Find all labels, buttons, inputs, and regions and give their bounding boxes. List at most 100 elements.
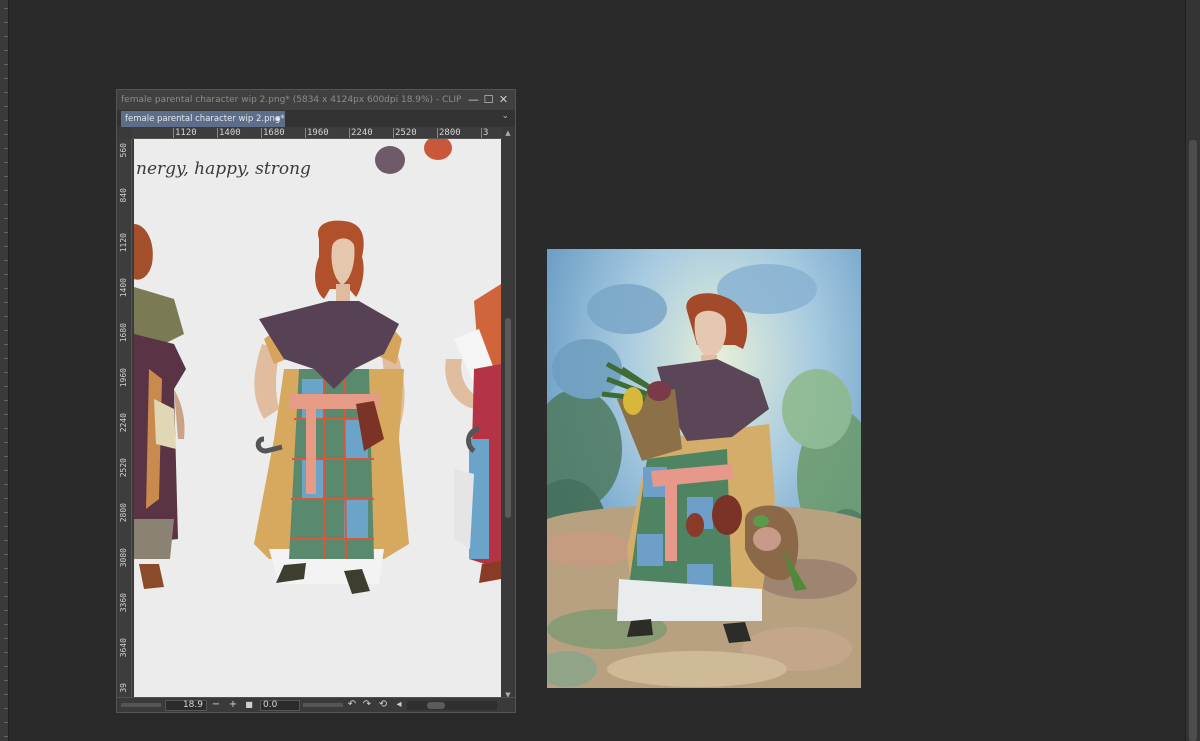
ruler-label: 1400 [119, 278, 128, 298]
canvas-horizontal-scrollbar[interactable] [407, 701, 497, 710]
window-title-bar[interactable]: female parental character wip 2.png* (58… [117, 90, 515, 110]
tab-menu-chevron-icon[interactable]: ⌄ [501, 111, 509, 121]
canvas-scroll-thumb[interactable] [505, 318, 511, 518]
ruler-tick [4, 400, 8, 401]
ruler-tick [4, 680, 8, 681]
ruler-label: 3360 [119, 593, 128, 613]
document-tab-bar: female parental character wip 2.png* ⌄ [117, 110, 515, 127]
ruler-tick [4, 428, 8, 429]
ruler-label: 3080 [119, 548, 128, 568]
ruler-tick [4, 610, 8, 611]
reset-rotation-icon[interactable]: ⟲ [377, 699, 389, 711]
ruler-tick [4, 638, 8, 639]
maximize-button[interactable]: ☐ [482, 93, 495, 106]
ruler-label: 560 [119, 143, 128, 158]
rotate-right-icon[interactable]: ↷ [361, 699, 373, 711]
ruler-tick [4, 288, 8, 289]
document-tab[interactable]: female parental character wip 2.png* [121, 111, 285, 127]
ruler-tick [4, 344, 8, 345]
ruler-tick [4, 540, 8, 541]
ruler-label: 39 [119, 683, 128, 693]
horizontal-ruler[interactable]: 1120 1400 1680 1960 2240 2520 2800 3 [132, 128, 502, 139]
ruler-label: 2520 [395, 128, 417, 138]
rotation-value-field[interactable]: 0.0 [260, 700, 300, 711]
zoom-slider[interactable] [121, 703, 161, 707]
ruler-tick [4, 8, 8, 9]
ruler-tick [173, 128, 174, 138]
ruler-tick [4, 274, 8, 275]
drawing-canvas[interactable]: nergy, happy, strong [134, 139, 501, 698]
handwritten-note: nergy, happy, strong [136, 159, 311, 179]
ruler-tick [4, 526, 8, 527]
ruler-tick [4, 666, 8, 667]
ruler-tick [4, 624, 8, 625]
rotate-left-icon[interactable]: ↶ [346, 699, 358, 711]
ruler-tick [4, 414, 8, 415]
canvas-vertical-scrollbar[interactable]: ▲ ▼ [502, 128, 514, 700]
ruler-tick [4, 232, 8, 233]
ruler-tick [4, 442, 8, 443]
document-tab-label: female parental character wip 2.png* [125, 114, 285, 124]
vertical-ruler[interactable]: 560 840 1120 1400 1680 1960 2240 2520 2800 3080 33… [118, 139, 132, 699]
ruler-tick [4, 22, 8, 23]
floating-canvas-window[interactable]: female parental character wip 2.png* (58… [116, 89, 516, 713]
background-ruler [0, 0, 9, 741]
close-button[interactable]: ✕ [497, 93, 510, 106]
ruler-tick [4, 694, 8, 695]
main-vertical-scrollbar[interactable] [1185, 0, 1200, 741]
ruler-tick [4, 134, 8, 135]
ruler-label: 3 [483, 128, 489, 138]
rotation-slider[interactable] [303, 703, 343, 707]
canvas-status-bar: 18.9 − + ■ 0.0 ↶ ↷ ⟲ ◂ [117, 697, 515, 712]
ruler-label: 2240 [119, 413, 128, 433]
horizontal-scroll-thumb[interactable] [427, 702, 445, 709]
ruler-tick [4, 64, 8, 65]
ruler-tick [393, 128, 394, 138]
ruler-tick [261, 128, 262, 138]
character-sheet-artwork: nergy, happy, strong [134, 139, 501, 698]
flip-icon[interactable]: ◂ [393, 699, 405, 711]
ruler-label: 1120 [119, 233, 128, 253]
ruler-label: 1680 [119, 323, 128, 343]
ruler-label: 2520 [119, 458, 128, 478]
ruler-tick [4, 568, 8, 569]
ruler-tick [305, 128, 306, 138]
ruler-label: 2800 [119, 503, 128, 523]
ruler-tick [4, 302, 8, 303]
reference-painting[interactable] [547, 249, 861, 688]
scroll-up-arrow-icon[interactable]: ▲ [502, 128, 514, 138]
ruler-tick [4, 470, 8, 471]
ruler-tick [217, 128, 218, 138]
ruler-label: 840 [119, 188, 128, 203]
main-scrollbar-thumb[interactable] [1189, 140, 1197, 741]
ruler-tick [4, 736, 8, 737]
ruler-label: 1120 [175, 128, 197, 138]
zoom-value-field[interactable]: 18.9 [165, 700, 207, 711]
ruler-tick [4, 190, 8, 191]
window-title: female parental character wip 2.png* (58… [121, 95, 461, 105]
zoom-in-button[interactable]: + [227, 699, 239, 711]
ruler-tick [4, 582, 8, 583]
ruler-tick [481, 128, 482, 138]
ruler-tick [4, 120, 8, 121]
ruler-tick [4, 162, 8, 163]
ruler-tick [4, 316, 8, 317]
palette-swatch-mauve [375, 146, 405, 174]
ruler-tick [4, 484, 8, 485]
ruler-label: 1960 [119, 368, 128, 388]
ruler-tick [4, 78, 8, 79]
ruler-tick [4, 652, 8, 653]
ruler-tick [4, 330, 8, 331]
ruler-tick [4, 708, 8, 709]
reference-painting-artwork [547, 249, 861, 688]
zoom-out-button[interactable]: − [210, 699, 222, 711]
ruler-tick [4, 722, 8, 723]
workspace: female parental character wip 2.png* (58… [0, 0, 1200, 741]
ruler-tick [4, 260, 8, 261]
ruler-label: 1400 [219, 128, 241, 138]
fit-view-button[interactable]: ■ [243, 699, 255, 711]
unsaved-dot-icon [276, 117, 280, 121]
ruler-tick [4, 36, 8, 37]
ruler-tick [437, 128, 438, 138]
minimize-button[interactable]: — [467, 93, 480, 106]
